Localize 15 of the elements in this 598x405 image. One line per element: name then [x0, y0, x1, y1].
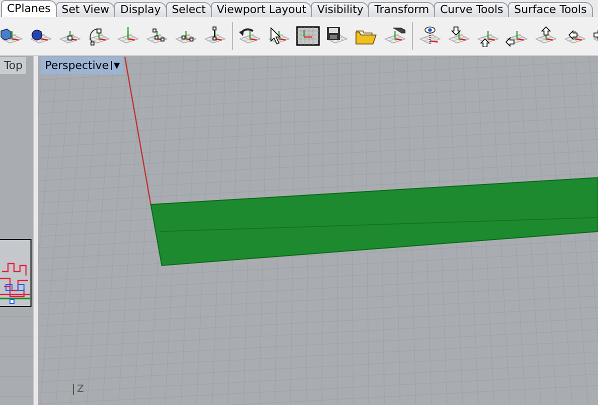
ribbon-tab[interactable]: Select: [166, 2, 212, 17]
ribbon-tab[interactable]: Set View: [56, 2, 116, 17]
ribbon-tab[interactable]: Display: [114, 2, 167, 17]
ribbon-tab[interactable]: Transform: [368, 2, 436, 17]
framed-grid-icon[interactable]: [296, 25, 320, 47]
ribbon-tab[interactable]: Viewport Layout: [210, 2, 312, 17]
viewport-title[interactable]: Top: [0, 57, 26, 74]
ribbon-tab[interactable]: Visibility: [311, 2, 370, 17]
cursor-icon[interactable]: [267, 25, 291, 47]
eye-icon[interactable]: [418, 25, 442, 47]
viewport-title[interactable]: Perspective ▼: [41, 57, 123, 74]
ribbon-tab[interactable]: Surface Tools: [508, 2, 593, 17]
ribbon-tab[interactable]: Curve Tools: [434, 2, 510, 17]
axis-label: Z: [73, 384, 84, 395]
ribbon-tab[interactable]: CPlanes: [1, 0, 57, 17]
